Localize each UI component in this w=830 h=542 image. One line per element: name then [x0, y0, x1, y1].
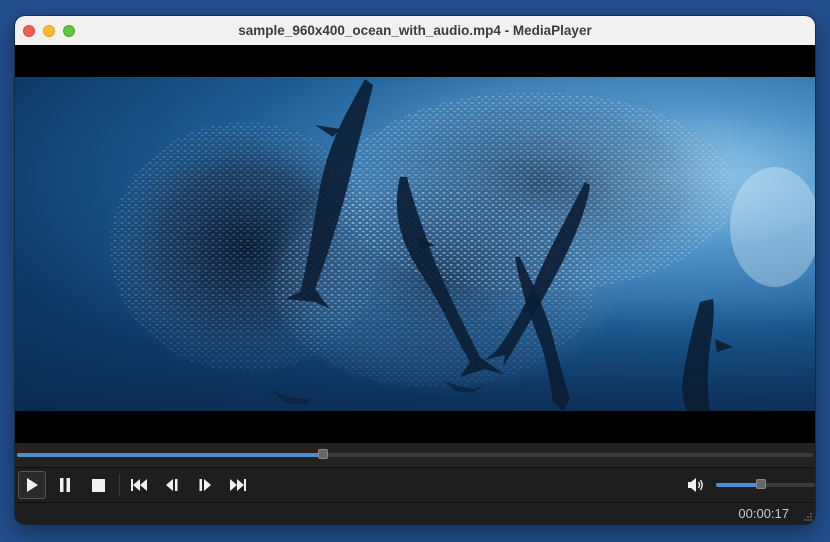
stop-button[interactable] [84, 471, 112, 499]
frame-back-icon [166, 479, 178, 491]
playback-controls [15, 468, 815, 503]
frame-back-button[interactable] [158, 471, 186, 499]
controls-divider [119, 474, 120, 496]
ocean-video-image [15, 77, 815, 411]
video-frame[interactable] [15, 77, 815, 411]
volume-icon[interactable] [687, 477, 705, 493]
seek-thumb[interactable] [318, 449, 329, 459]
frame-forward-button[interactable] [191, 471, 219, 499]
seek-bar-row [15, 443, 815, 468]
seek-progress-fill [17, 453, 324, 457]
skip-previous-icon [131, 479, 147, 491]
time-display: 00:00:17 [738, 506, 789, 521]
seek-bar[interactable] [17, 449, 813, 459]
skip-next-button[interactable] [224, 471, 252, 499]
volume-fill [716, 483, 761, 487]
skip-previous-button[interactable] [125, 471, 153, 499]
volume-slider[interactable] [716, 479, 815, 489]
play-button[interactable] [18, 471, 46, 499]
window-title: sample_960x400_ocean_with_audio.mp4 - Me… [238, 23, 592, 38]
play-icon [27, 478, 38, 492]
volume-thumb[interactable] [755, 479, 766, 489]
media-player-window: sample_960x400_ocean_with_audio.mp4 - Me… [15, 16, 815, 524]
pause-button[interactable] [51, 471, 79, 499]
stop-icon [91, 478, 105, 492]
status-bar: 00:00:17 [15, 503, 815, 524]
title-bar[interactable]: sample_960x400_ocean_with_audio.mp4 - Me… [15, 16, 815, 46]
skip-next-icon [230, 479, 246, 491]
frame-forward-icon [199, 479, 211, 491]
resize-grip-icon[interactable] [803, 512, 813, 522]
pause-icon [60, 478, 70, 492]
video-area[interactable] [15, 45, 815, 443]
